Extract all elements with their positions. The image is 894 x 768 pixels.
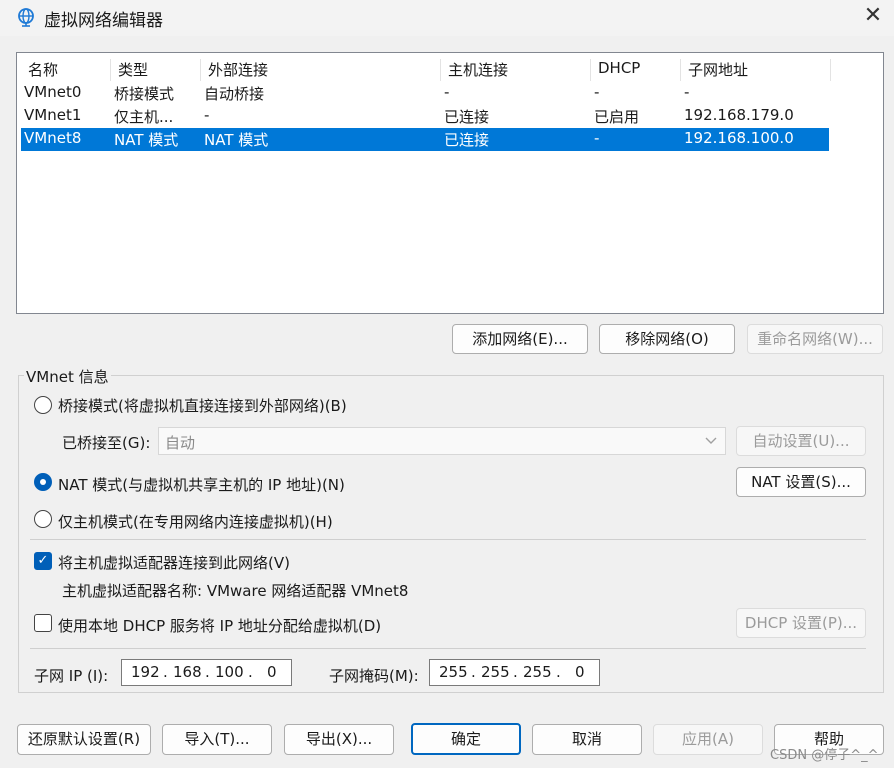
chevron-down-icon <box>705 437 717 444</box>
subnet-ip-octet: 0 <box>267 663 277 681</box>
table-cell: - <box>684 83 690 101</box>
auto-settings-button[interactable]: 自动设置(U)... <box>736 426 866 456</box>
column-header[interactable]: 名称 <box>21 59 111 81</box>
table-cell: - <box>594 83 600 101</box>
column-header[interactable]: 类型 <box>111 59 201 81</box>
table-cell: VMnet8 <box>24 129 82 147</box>
dhcp-settings-button[interactable]: DHCP 设置(P)... <box>736 608 866 638</box>
table-row[interactable]: VMnet0 桥接模式 自动桥接 - - - <box>21 82 829 105</box>
nat-mode-label: NAT 模式(与虚拟机共享主机的 IP 地址)(N) <box>58 476 345 494</box>
vmnet-info-title: VMnet 信息 <box>24 366 111 387</box>
bridged-to-value: 自动 <box>165 434 196 452</box>
table-cell: 已启用 <box>594 108 640 126</box>
subnet-ip-octet: 168 <box>173 663 202 681</box>
table-cell: 仅主机... <box>114 108 174 126</box>
nat-mode-radio[interactable] <box>34 473 52 491</box>
rename-network-button[interactable]: 重命名网络(W)... <box>747 324 883 354</box>
remove-network-button[interactable]: 移除网络(O) <box>599 324 735 354</box>
table-cell: 已连接 <box>444 131 490 149</box>
connect-adapter-checkbox[interactable]: ✓ <box>34 552 52 570</box>
vmnet-info-group <box>18 375 884 693</box>
table-row[interactable]: VMnet1 仅主机... - 已连接 已启用 192.168.179.0 <box>21 105 829 128</box>
subnet-ip-input[interactable]: 192 . 168 . 100 . 0 <box>121 659 292 686</box>
bridged-mode-radio[interactable] <box>34 396 52 414</box>
table-cell: - <box>594 129 600 147</box>
dot: . <box>471 663 476 681</box>
dot: . <box>556 663 561 681</box>
table-cell: NAT 模式 <box>114 131 179 149</box>
network-list[interactable]: 名称 类型 外部连接 主机连接 DHCP 子网地址 VMnet0 桥接模式 自动桥接 - - - VM… <box>16 52 884 314</box>
subnet-mask-label: 子网掩码(M): <box>329 667 419 685</box>
table-cell: VMnet1 <box>24 106 82 124</box>
subnet-mask-octet: 255 <box>481 663 510 681</box>
dot: . <box>248 663 253 681</box>
divider <box>30 539 866 540</box>
subnet-ip-octet: 100 <box>215 663 244 681</box>
adapter-name-text: 主机虚拟适配器名称: VMware 网络适配器 VMnet8 <box>62 582 409 600</box>
ok-button[interactable]: 确定 <box>411 723 521 755</box>
table-row[interactable]: VMnet8 NAT 模式 NAT 模式 已连接 - 192.168.100.0 <box>21 128 829 151</box>
table-cell: 已连接 <box>444 108 490 126</box>
table-cell: 自动桥接 <box>204 85 265 103</box>
subnet-mask-input[interactable]: 255 . 255 . 255 . 0 <box>429 659 600 686</box>
dot: . <box>205 663 210 681</box>
column-header[interactable]: 子网地址 <box>681 59 831 81</box>
table-cell: NAT 模式 <box>204 131 269 149</box>
close-icon[interactable]: ✕ <box>858 2 888 30</box>
host-only-mode-label: 仅主机模式(在专用网络内连接虚拟机)(H) <box>58 513 333 531</box>
watermark-text: CSDN @停子^_^ <box>770 748 879 763</box>
table-cell: 桥接模式 <box>114 85 175 103</box>
table-cell: VMnet0 <box>24 83 82 101</box>
subnet-mask-octet: 0 <box>575 663 585 681</box>
add-network-button[interactable]: 添加网络(E)... <box>452 324 588 354</box>
network-globe-icon <box>18 8 34 27</box>
table-cell: 192.168.100.0 <box>684 129 794 147</box>
apply-button[interactable]: 应用(A) <box>653 724 763 755</box>
nat-settings-button[interactable]: NAT 设置(S)... <box>736 467 866 497</box>
restore-defaults-button[interactable]: 还原默认设置(R) <box>17 724 151 755</box>
table-cell: - <box>204 106 210 124</box>
bridged-to-label: 已桥接至(G): <box>62 434 151 452</box>
table-cell: 192.168.179.0 <box>684 106 794 124</box>
divider <box>30 648 866 649</box>
subnet-mask-octet: 255 <box>439 663 468 681</box>
column-header[interactable]: 外部连接 <box>201 59 441 81</box>
dot: . <box>513 663 518 681</box>
connect-adapter-label: 将主机虚拟适配器连接到此网络(V) <box>58 554 290 572</box>
table-cell: - <box>444 83 450 101</box>
export-button[interactable]: 导出(X)... <box>284 724 394 755</box>
subnet-mask-octet: 255 <box>523 663 552 681</box>
dhcp-checkbox[interactable] <box>34 614 52 632</box>
window-title: 虚拟网络编辑器 <box>44 11 163 31</box>
dot: . <box>163 663 168 681</box>
host-only-mode-radio[interactable] <box>34 510 52 528</box>
cancel-button[interactable]: 取消 <box>532 724 642 755</box>
import-button[interactable]: 导入(T)... <box>162 724 272 755</box>
column-header[interactable]: DHCP <box>591 59 681 81</box>
subnet-ip-octet: 192 <box>131 663 160 681</box>
bridged-mode-label: 桥接模式(将虚拟机直接连接到外部网络)(B) <box>58 397 347 415</box>
dhcp-label: 使用本地 DHCP 服务将 IP 地址分配给虚拟机(D) <box>58 617 382 635</box>
subnet-ip-label: 子网 IP (I): <box>34 667 109 685</box>
column-header[interactable]: 主机连接 <box>441 59 591 81</box>
bridged-to-select[interactable]: 自动 <box>158 427 726 455</box>
